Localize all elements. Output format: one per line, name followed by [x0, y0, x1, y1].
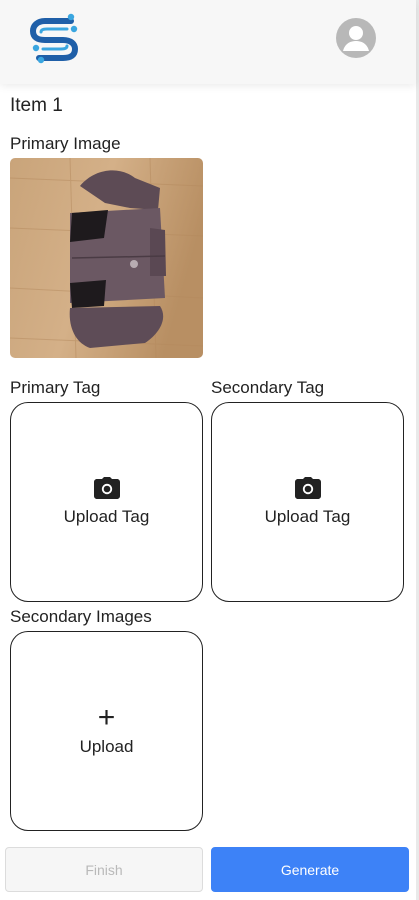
secondary-tag-upload-button[interactable]: Upload Tag [211, 402, 404, 602]
generate-button[interactable]: Generate [211, 847, 409, 892]
footer-bar: Finish Generate [0, 834, 416, 900]
camera-icon [294, 477, 321, 499]
primary-image[interactable] [10, 158, 203, 358]
user-avatar-icon[interactable] [336, 18, 376, 58]
app-logo-icon[interactable] [27, 12, 83, 64]
secondary-images-label: Secondary Images [10, 607, 152, 626]
primary-tag-label: Primary Tag [10, 378, 101, 397]
primary-tag-upload-button[interactable]: Upload Tag [10, 402, 203, 602]
secondary-tag-upload-label: Upload Tag [264, 507, 351, 526]
secondary-images-upload-button[interactable]: + Upload [10, 631, 203, 831]
primary-image-label: Primary Image [10, 134, 121, 153]
primary-tag-upload-label: Upload Tag [63, 507, 150, 526]
secondary-images-upload-label: Upload [79, 737, 134, 756]
app-header [0, 0, 416, 84]
finish-button[interactable]: Finish [5, 847, 203, 892]
camera-icon [93, 477, 120, 499]
plus-icon: + [97, 701, 116, 734]
secondary-tag-label: Secondary Tag [211, 378, 325, 397]
jacket-photo [10, 158, 203, 358]
item-title: Item 1 [10, 95, 63, 116]
